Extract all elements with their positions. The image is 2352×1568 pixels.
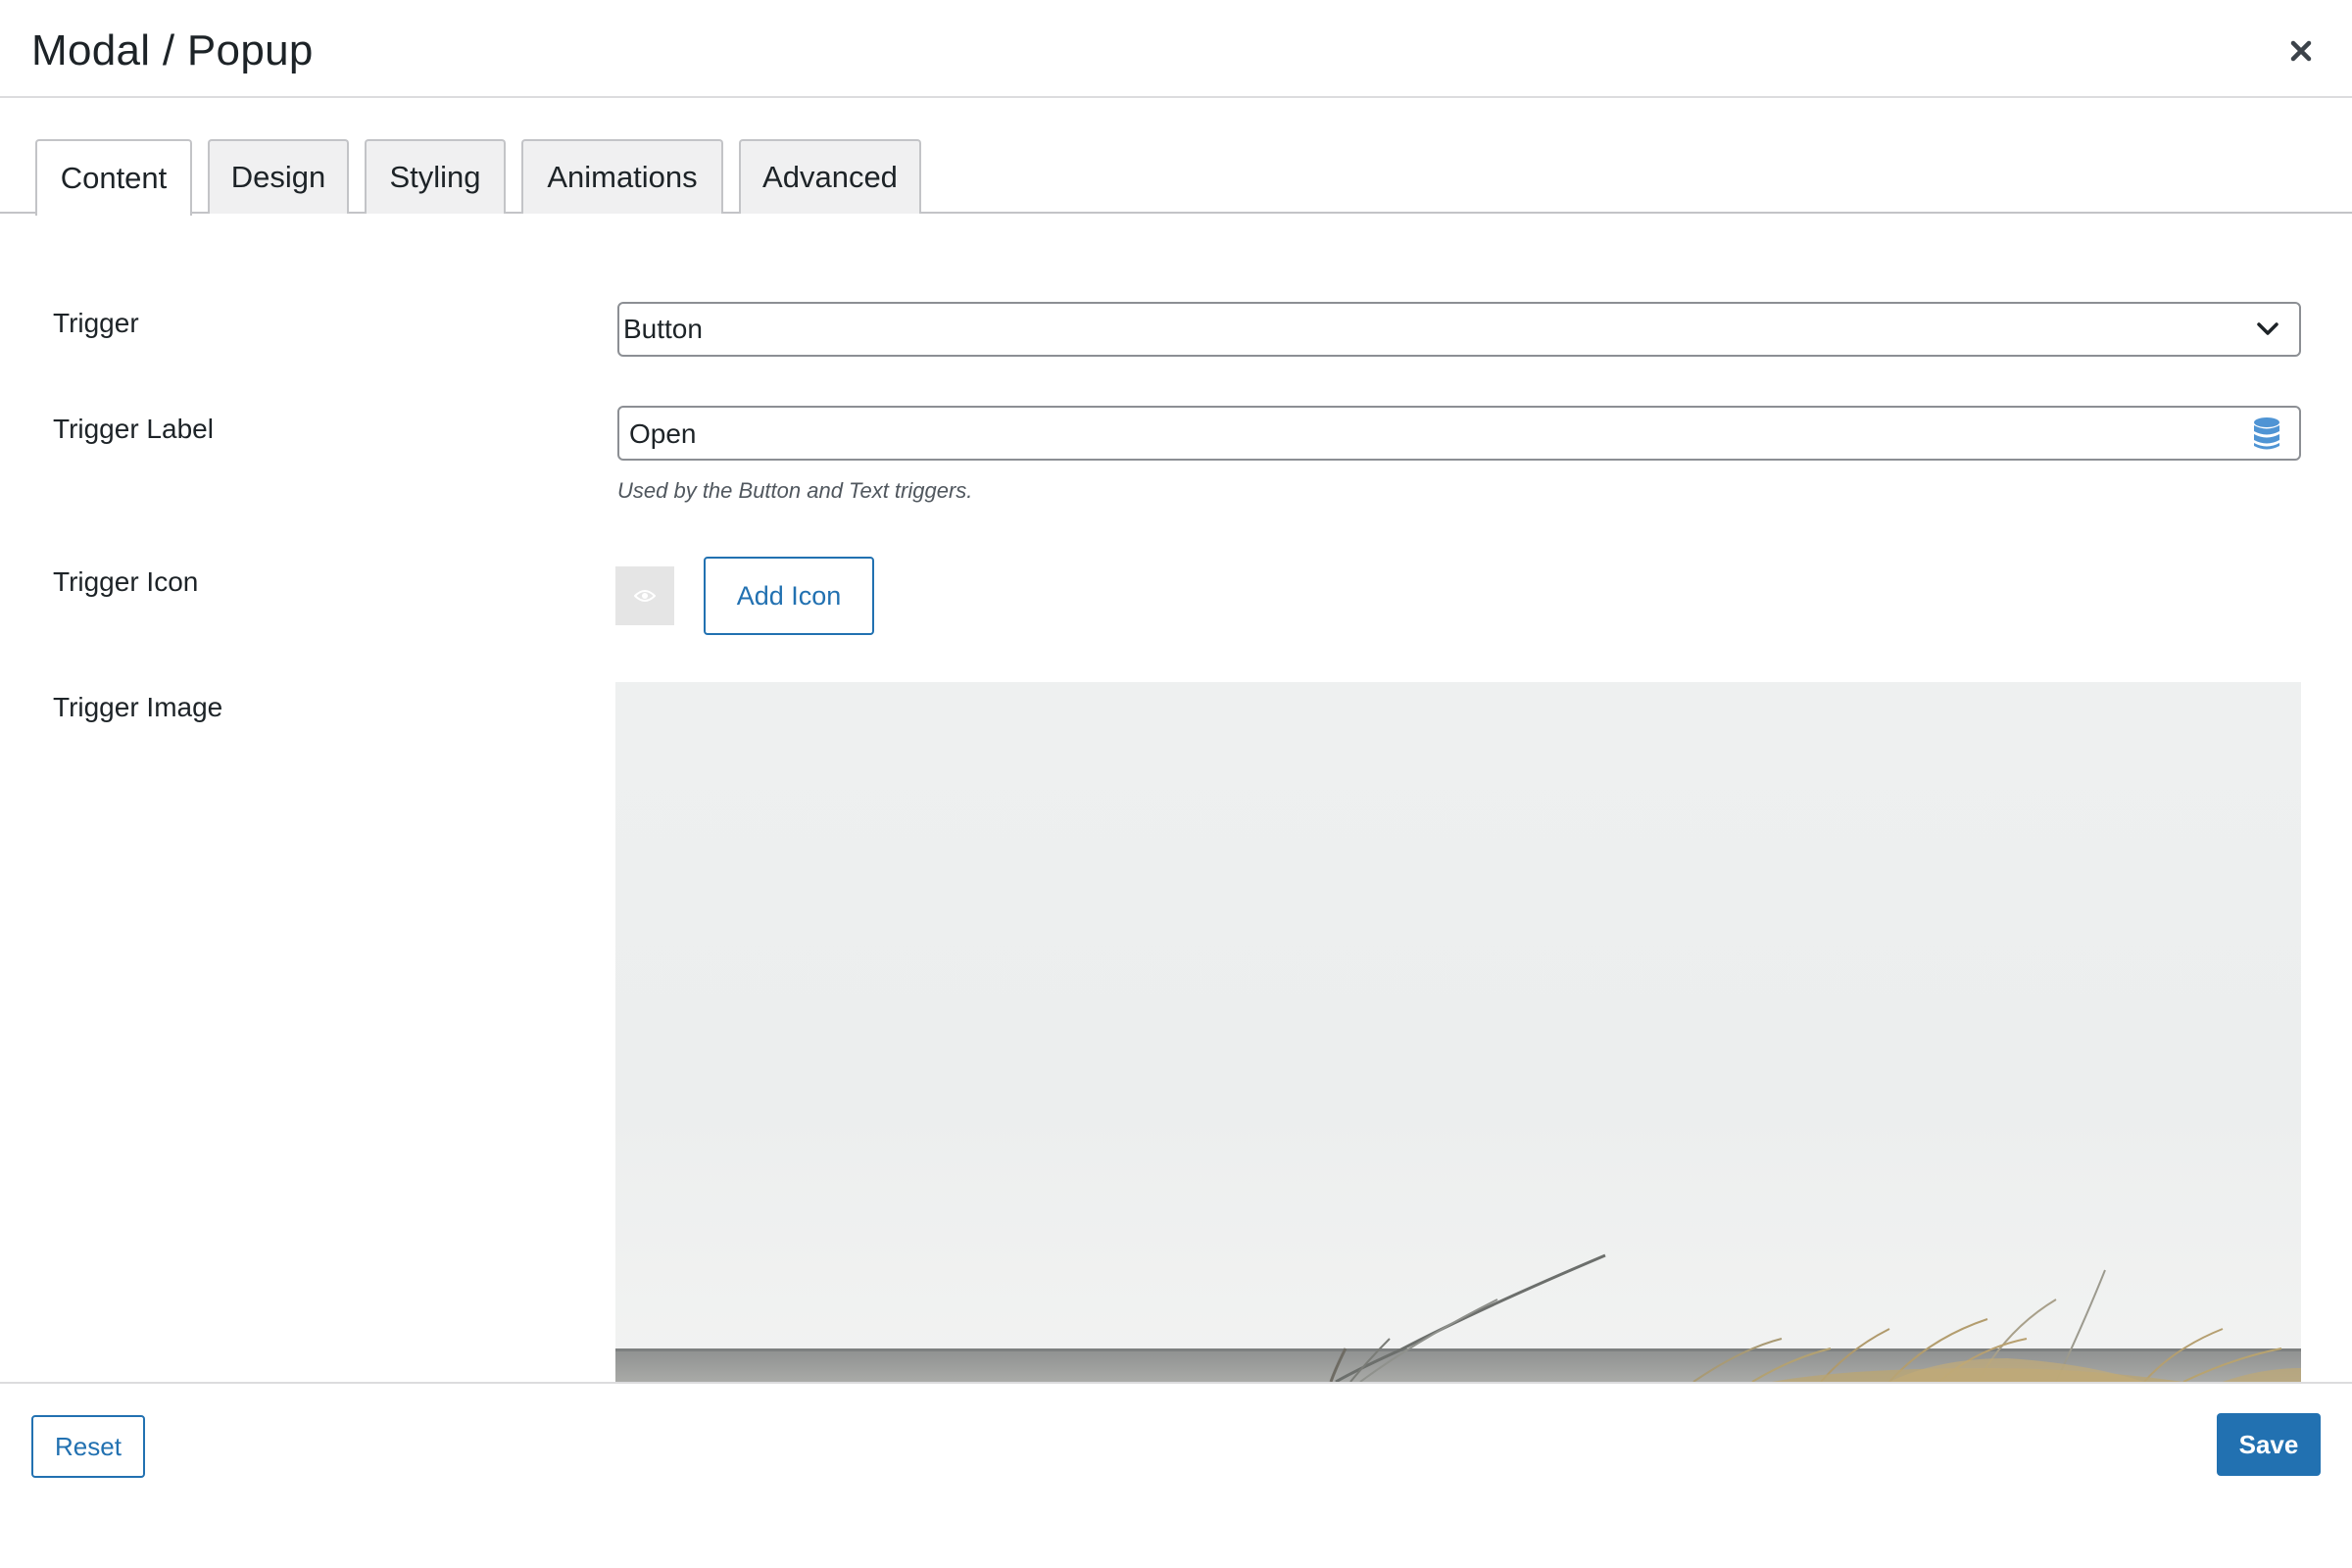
trigger-image-label: Trigger Image — [53, 692, 223, 722]
trigger-select[interactable]: Button — [617, 302, 2301, 357]
trigger-select-value: Button — [623, 314, 703, 344]
tab-bar: Content Design Styling Animations Advanc… — [0, 137, 2352, 216]
add-icon-button[interactable]: Add Icon — [704, 557, 874, 635]
tab-design[interactable]: Design — [208, 139, 349, 214]
chevron-down-icon — [2257, 322, 2278, 335]
beach-dunes-image — [615, 682, 2301, 1382]
reset-button[interactable]: Reset — [31, 1415, 145, 1478]
tab-animations[interactable]: Animations — [521, 139, 723, 214]
trigger-label-value: Open — [629, 418, 697, 449]
tab-styling[interactable]: Styling — [365, 139, 506, 214]
icon-preview — [615, 566, 674, 625]
tab-advanced[interactable]: Advanced — [739, 139, 921, 214]
save-button[interactable]: Save — [2217, 1413, 2321, 1476]
eye-icon — [634, 590, 656, 602]
trigger-label-help: Used by the Button and Text triggers. — [617, 478, 973, 503]
tab-content[interactable]: Content — [35, 139, 192, 216]
trigger-label-input[interactable]: Open — [617, 406, 2301, 461]
trigger-label: Trigger — [53, 308, 139, 338]
close-icon — [2290, 40, 2312, 62]
close-button[interactable] — [2279, 29, 2323, 73]
trigger-icon-label: Trigger Icon — [53, 566, 199, 597]
modal-header: Modal / Popup — [0, 0, 2352, 98]
trigger-image-preview[interactable] — [615, 682, 2301, 1382]
database-icon[interactable] — [2252, 416, 2281, 452]
modal-title: Modal / Popup — [31, 26, 314, 74]
trigger-label-label: Trigger Label — [53, 414, 214, 444]
modal-footer: Reset Save — [0, 1382, 2352, 1568]
